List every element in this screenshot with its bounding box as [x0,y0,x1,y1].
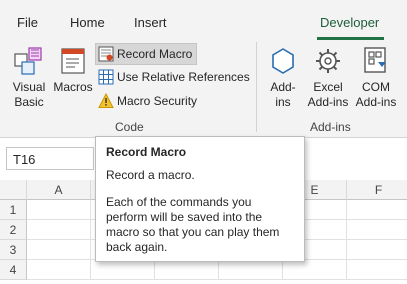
record-macro-tooltip: Record Macro Record a macro. Each of the… [95,136,305,262]
grid-cell[interactable] [27,220,91,240]
grid-cell[interactable] [27,260,91,280]
grid-cell[interactable] [155,260,219,280]
add-ins-button[interactable]: Add- ins [264,44,302,116]
code-group-label: Code [115,120,144,134]
row-header-1[interactable]: 1 [0,200,27,220]
add-ins-group-label: Add-ins [310,120,351,134]
macro-security-button[interactable]: Macro Security [96,91,206,111]
group-separator [256,42,257,132]
tooltip-title: Record Macro [106,145,187,159]
name-box[interactable]: T16 [6,147,94,170]
macros-icon [61,48,85,74]
tab-developer[interactable]: Developer [320,15,379,30]
relative-references-icon [98,69,114,85]
tab-home[interactable]: Home [70,15,105,30]
grid-cell[interactable] [347,260,407,280]
excel-add-ins-button[interactable]: Excel Add-ins [305,44,351,116]
grid-cell[interactable] [347,220,407,240]
grid-cell[interactable] [91,260,155,280]
tooltip-subtitle: Record a macro. [106,168,195,182]
select-all-corner[interactable] [0,180,27,200]
visual-basic-label: Visual Basic [12,80,46,109]
column-header-f[interactable]: F [347,180,407,200]
tooltip-body: Each of the commands you perform will be… [106,195,280,254]
grid-cell[interactable] [219,260,283,280]
grid-cell[interactable] [283,260,347,280]
visual-basic-button[interactable]: Visual Basic [8,44,50,116]
grid-cell[interactable] [347,200,407,220]
excel-add-ins-label: Excel Add-ins [307,80,349,109]
active-tab-indicator [317,37,384,40]
hexagon-addin-icon [272,48,294,74]
gear-icon [316,49,340,73]
column-header-a[interactable]: A [27,180,91,200]
macro-security-label: Macro Security [117,94,198,108]
macros-button[interactable]: Macros [52,44,94,116]
add-ins-label: Add- ins [270,80,296,109]
macros-label: Macros [53,80,93,94]
com-add-ins-label: COM Add-ins [355,80,397,109]
tab-insert[interactable]: Insert [134,15,167,30]
record-macro-label: Record Macro [117,47,193,61]
use-relative-references-button[interactable]: Use Relative References [96,67,250,87]
row-header-4[interactable]: 4 [0,260,27,280]
row-header-3[interactable]: 3 [0,240,27,260]
row-header-2[interactable]: 2 [0,220,27,240]
visual-basic-icon [14,47,42,75]
grid-cell[interactable] [27,240,91,260]
record-macro-button[interactable]: Record Macro [95,43,197,65]
grid-cell[interactable] [27,200,91,220]
com-add-ins-button[interactable]: COM Add-ins [353,44,399,116]
warning-icon [98,93,114,108]
com-addin-icon [364,47,386,73]
record-macro-icon [98,46,114,62]
ribbon: File Home Insert Developer Visual Basic … [0,0,407,138]
tab-file[interactable]: File [17,15,38,30]
grid-cell[interactable] [347,240,407,260]
relative-references-label: Use Relative References [117,70,250,84]
